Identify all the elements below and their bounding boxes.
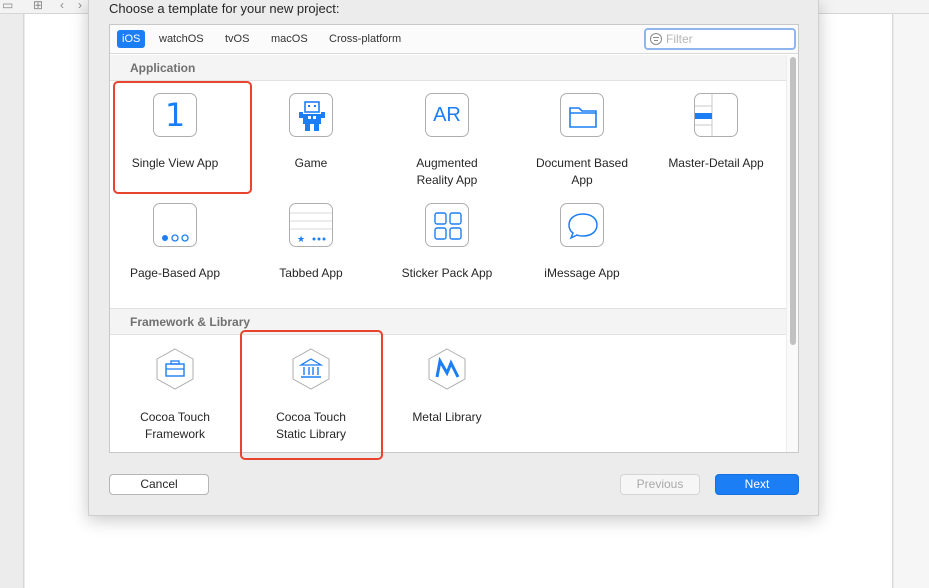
single-view-icon: 1 xyxy=(153,93,197,137)
tab-ios[interactable]: iOS xyxy=(117,30,146,48)
filter-icon xyxy=(650,33,662,45)
template-master-detail-app[interactable]: Master-Detail App xyxy=(651,81,781,191)
template-panel: iOS watchOS tvOS macOS Cross-platform Ap… xyxy=(109,24,799,453)
sheet-title: Choose a template for your new project: xyxy=(109,1,340,16)
section-header-application: Application xyxy=(110,55,786,81)
template-sticker-pack-app[interactable]: Sticker Pack App xyxy=(382,191,512,301)
template-single-view-app[interactable]: 1 Single View App xyxy=(110,81,240,191)
template-label: Page-Based App xyxy=(129,266,221,280)
template-label: Single View App xyxy=(131,156,219,170)
template-label: Sticker Pack App xyxy=(401,266,493,280)
template-game[interactable]: Game xyxy=(246,81,376,191)
filter-field[interactable] xyxy=(644,28,796,50)
back-icon[interactable]: ‹ xyxy=(60,0,64,12)
template-label: Game xyxy=(294,156,328,170)
template-label: Metal Library xyxy=(412,410,482,424)
scrollbar-thumb[interactable] xyxy=(790,57,796,345)
template-chooser-sheet: Choose a template for your new project: … xyxy=(88,0,819,516)
forward-icon[interactable]: › xyxy=(78,0,82,12)
template-scrollbar[interactable] xyxy=(786,55,798,452)
previous-button[interactable]: Previous xyxy=(620,474,700,495)
tab-cross-platform[interactable]: Cross-platform xyxy=(324,30,406,48)
template-label: Cocoa Touch Static Library xyxy=(275,410,347,441)
template-label: iMessage App xyxy=(544,266,620,280)
svg-text:★: ★ xyxy=(297,235,305,245)
template-document-based-app[interactable]: Document Based App xyxy=(517,81,647,191)
template-augmented-reality-app[interactable]: AR Augmented Reality App xyxy=(382,81,512,191)
grid-icon[interactable]: ⊞ xyxy=(33,0,43,12)
section-header-framework-library: Framework & Library xyxy=(110,309,786,335)
filter-input[interactable] xyxy=(666,31,791,47)
template-label: Master-Detail App xyxy=(668,156,764,170)
game-icon xyxy=(289,93,333,137)
speech-bubble-icon xyxy=(560,203,604,247)
template-metal-library[interactable]: Metal Library xyxy=(382,335,512,445)
master-detail-icon xyxy=(694,93,738,137)
template-cocoa-touch-framework[interactable]: Cocoa Touch Framework xyxy=(110,335,240,445)
platform-tab-bar: iOS watchOS tvOS macOS Cross-platform xyxy=(110,25,798,54)
folder-icon xyxy=(560,93,604,137)
editor-gutter xyxy=(0,0,24,588)
sticker-grid-icon xyxy=(425,203,469,247)
library-building-icon xyxy=(289,347,333,391)
ar-icon: AR xyxy=(425,93,469,137)
tab-tvos[interactable]: tvOS xyxy=(220,30,254,48)
template-cocoa-touch-static-library[interactable]: Cocoa Touch Static Library xyxy=(246,335,376,445)
template-label: Tabbed App xyxy=(279,266,343,280)
template-label: Document Based App xyxy=(535,156,629,187)
cancel-button[interactable]: Cancel xyxy=(109,474,209,495)
page-dots-icon xyxy=(153,203,197,247)
template-label: Augmented Reality App xyxy=(416,156,478,187)
tab-bar-icon: ★ xyxy=(289,203,333,247)
tab-macos[interactable]: macOS xyxy=(266,30,313,48)
inspector-strip xyxy=(894,0,929,588)
template-tabbed-app[interactable]: ★ Tabbed App xyxy=(246,191,376,301)
template-page-based-app[interactable]: Page-Based App xyxy=(110,191,240,301)
toolbox-icon xyxy=(153,347,197,391)
comment-icon[interactable]: ▭ xyxy=(2,0,13,12)
metal-icon xyxy=(425,347,469,391)
template-imessage-app[interactable]: iMessage App xyxy=(517,191,647,301)
tab-watchos[interactable]: watchOS xyxy=(154,30,209,48)
next-button[interactable]: Next xyxy=(715,474,799,495)
template-label: Cocoa Touch Framework xyxy=(140,410,210,441)
